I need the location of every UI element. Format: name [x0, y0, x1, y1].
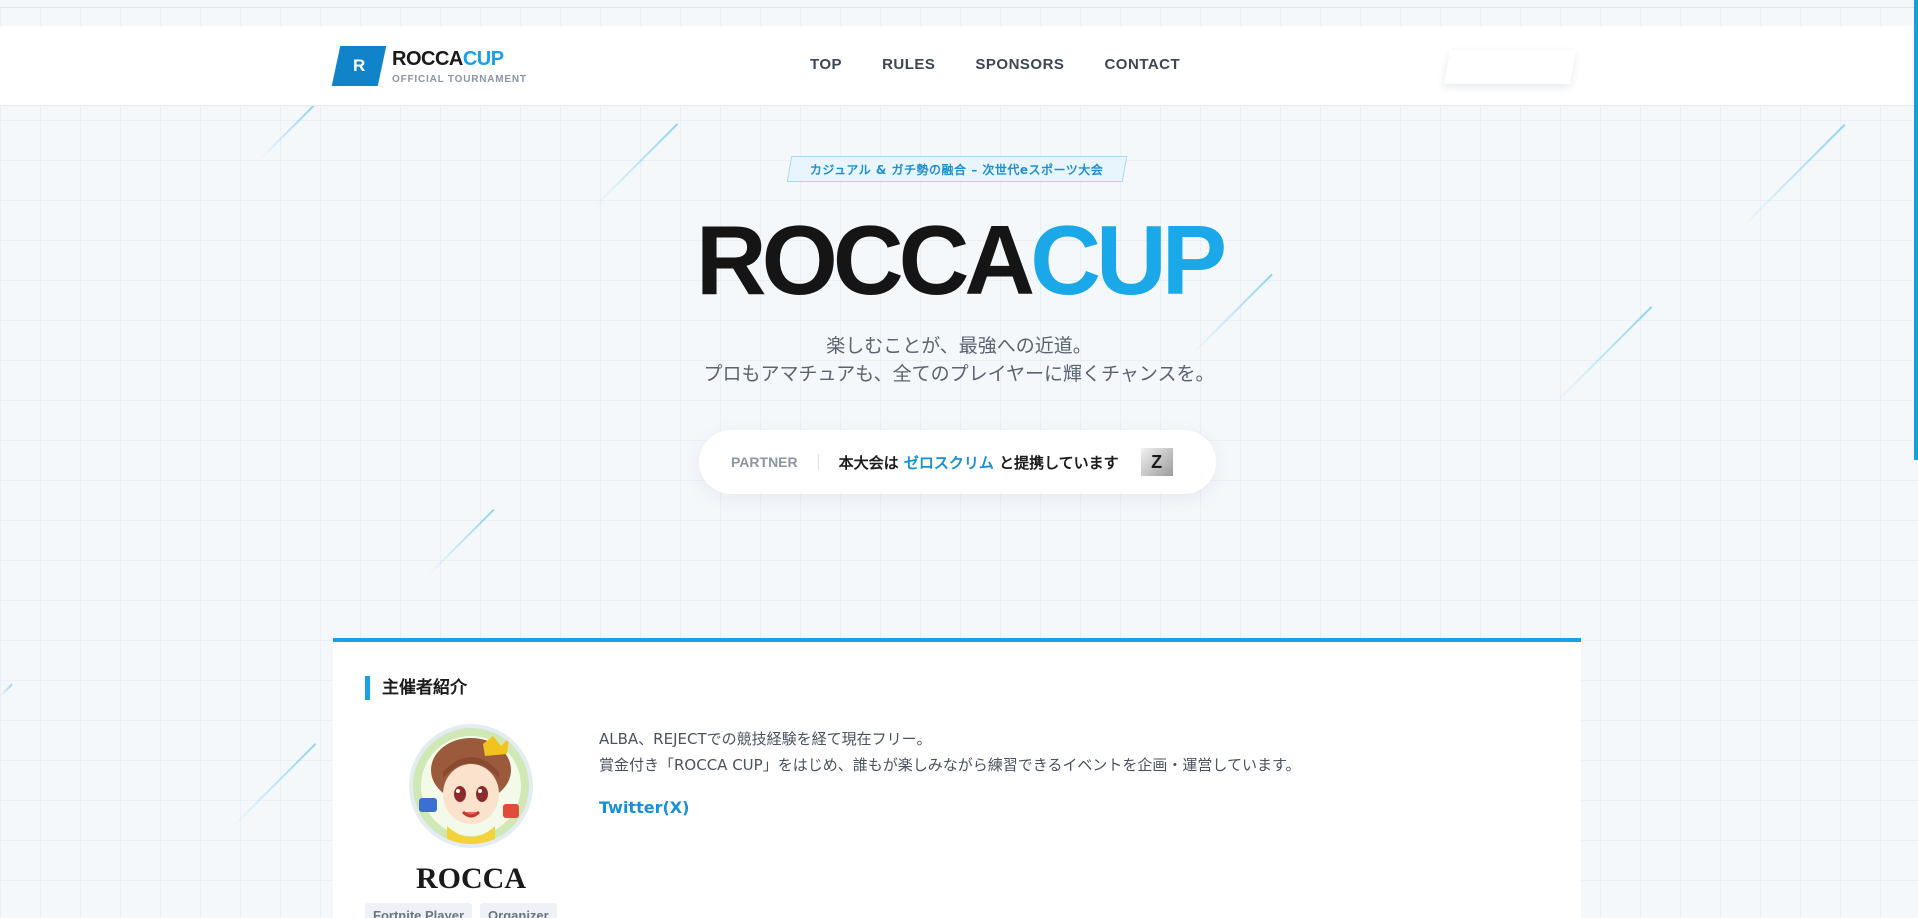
decor-streak: [258, 103, 316, 162]
partner-link[interactable]: ゼロスクリム: [904, 454, 994, 472]
partner-text: 本大会は ゼロスクリム と提携しています: [838, 453, 1119, 472]
zero-scrim-logo-icon[interactable]: Z: [1140, 448, 1173, 476]
organizer-card: 主催者紹介 ROCCA Fortnite Player Organizer AL…: [333, 638, 1581, 918]
logo-subtitle: OFFICIAL TOURNAMENT: [392, 73, 527, 85]
decor-streak: [426, 508, 495, 578]
logo-wordmark: ROCCACUP: [392, 47, 504, 70]
hero-badge: カジュアル & ガチ勢の融合 – 次世代eスポーツ大会: [786, 156, 1128, 182]
organizer-bio: ALBA、REJECTでの競技経験を経て現在フリー。 賞金付き「ROCCA CU…: [599, 730, 1301, 774]
nav-sponsors[interactable]: SPONSORS: [975, 56, 1064, 73]
tag-organizer: Organizer: [480, 903, 557, 918]
twitter-link[interactable]: Twitter(X): [599, 798, 689, 817]
page: R ROCCACUP OFFICIAL TOURNAMENT TOP RULES…: [0, 0, 1918, 918]
partner-label: PARTNER: [731, 454, 819, 470]
avatar: [409, 724, 533, 848]
decor-streak: [230, 743, 317, 830]
main-nav: TOP RULES SPONSORS CONTACT: [810, 56, 1180, 73]
site-logo[interactable]: R ROCCACUP OFFICIAL TOURNAMENT: [331, 46, 527, 86]
hero-tagline: 楽しむことが、最強への近道。 プロもアマチュアも、全てのプレイヤーに輝くチャンス…: [703, 335, 1215, 385]
partner-banner: PARTNER 本大会は ゼロスクリム と提携しています Z: [699, 430, 1216, 494]
avatar-illustration-icon: [413, 728, 529, 844]
site-header: R ROCCACUP OFFICIAL TOURNAMENT TOP RULES…: [0, 26, 1914, 106]
nav-top[interactable]: TOP: [810, 56, 842, 73]
decor-streak: [592, 123, 679, 210]
nav-rules[interactable]: RULES: [882, 56, 935, 73]
hero-title: ROCCACUP: [695, 205, 1227, 315]
logo-mark: R: [331, 46, 387, 86]
section-title: 主催者紹介: [365, 676, 467, 700]
decor-streak: [0, 683, 13, 697]
nav-contact[interactable]: CONTACT: [1104, 56, 1180, 73]
tag-fortnite-player: Fortnite Player: [365, 903, 473, 918]
organizer-tags: Fortnite Player Organizer: [365, 903, 557, 918]
organizer-name: ROCCA: [416, 862, 526, 895]
header-action-button[interactable]: [1444, 50, 1576, 84]
top-border: [0, 0, 1918, 8]
